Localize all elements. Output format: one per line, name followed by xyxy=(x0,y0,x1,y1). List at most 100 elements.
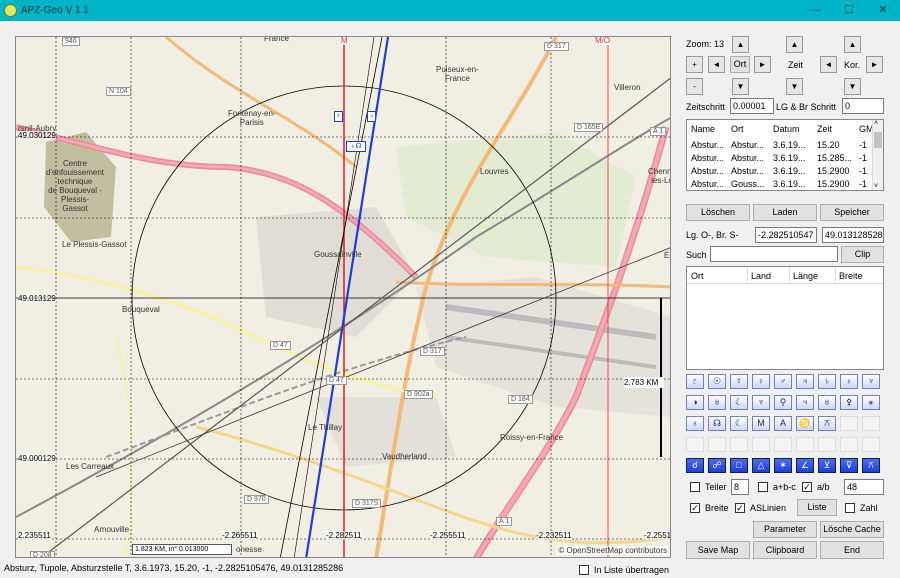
kor-down-button[interactable]: ▼ xyxy=(844,78,861,95)
zahl-checkbox[interactable] xyxy=(845,503,855,513)
table-cell[interactable]: 15.285... xyxy=(817,153,857,163)
kor-left-button[interactable]: ◄ xyxy=(820,56,837,73)
symbol-button[interactable]: M xyxy=(752,416,770,431)
minimize-button[interactable]: — xyxy=(798,0,832,21)
loesche-cache-button[interactable]: Lösche Cache xyxy=(820,521,884,538)
symbol-button[interactable] xyxy=(796,437,814,452)
symbol-button[interactable] xyxy=(686,437,704,452)
symbol-button[interactable] xyxy=(818,437,836,452)
scroll-up-icon[interactable]: ˄ xyxy=(874,120,878,127)
table-scrollbar[interactable]: ˄ ˅ xyxy=(872,120,883,190)
table-cell[interactable]: 3.6.19... xyxy=(773,166,813,176)
table-header[interactable]: Länge xyxy=(793,271,818,281)
save-map-button[interactable]: Save Map xyxy=(686,541,750,559)
table-cell[interactable]: 3.6.19... xyxy=(773,179,813,189)
symbol-button[interactable]: A xyxy=(774,416,792,431)
event-table[interactable]: Name Ort Datum Zeit GM Abstur... Abstur... 3.6.… xyxy=(686,119,884,191)
table-cell[interactable]: -1 xyxy=(859,140,873,150)
symbol-button[interactable]: ♅ xyxy=(708,395,726,410)
symbol-button[interactable]: □ xyxy=(730,458,748,473)
symbol-button[interactable]: ◑ xyxy=(686,395,704,410)
teiler-input[interactable]: 8 xyxy=(731,479,749,495)
symbol-button[interactable]: ☌ xyxy=(686,458,704,473)
symbol-button[interactable]: ♇ xyxy=(686,374,704,389)
kor-up-button[interactable]: ▲ xyxy=(844,36,861,53)
abc-checkbox[interactable] xyxy=(758,482,768,492)
column-divider[interactable] xyxy=(835,267,836,283)
symbol-button[interactable]: ⚲ xyxy=(774,395,792,410)
symbol-button[interactable]: ☾ xyxy=(730,416,748,431)
table-cell[interactable]: -1 xyxy=(859,153,873,163)
clip-button[interactable]: Clip xyxy=(841,246,884,263)
laden-button[interactable]: Laden xyxy=(753,204,817,221)
close-button[interactable]: ✕ xyxy=(866,0,900,21)
symbol-button[interactable]: ⚻ xyxy=(818,416,836,431)
symbol-button[interactable] xyxy=(708,437,726,452)
kor-right-button[interactable]: ► xyxy=(866,56,883,73)
symbol-button[interactable]: ⊻ xyxy=(818,458,836,473)
symbol-button[interactable]: ☍ xyxy=(708,458,726,473)
symbol-button[interactable]: ☉ xyxy=(708,374,726,389)
symbol-button[interactable] xyxy=(862,437,880,452)
time-up-button[interactable]: ▲ xyxy=(786,36,803,53)
table-header[interactable]: Land xyxy=(751,271,771,281)
breite-checkbox[interactable]: ✓ xyxy=(690,503,700,513)
table-cell[interactable]: Abstur... xyxy=(691,166,731,176)
table-header[interactable]: Breite xyxy=(839,271,863,281)
lgbr-schritt-input[interactable]: 0 xyxy=(842,98,884,114)
table-header[interactable]: Ort xyxy=(731,124,744,134)
table-cell[interactable]: 15.20 xyxy=(817,140,857,150)
table-cell[interactable]: 15.2900 xyxy=(817,166,857,176)
table-header[interactable]: Datum xyxy=(773,124,800,134)
table-header[interactable]: Zeit xyxy=(817,124,832,134)
zoom-up-button[interactable]: ▲ xyxy=(732,36,749,53)
symbol-button[interactable]: ♆ xyxy=(752,395,770,410)
symbol-button[interactable]: ♁ xyxy=(840,374,858,389)
parameter-button[interactable]: Parameter xyxy=(753,521,817,538)
symbol-button[interactable]: ♃ xyxy=(796,374,814,389)
table-cell[interactable]: Abstur... xyxy=(691,140,731,150)
search-input[interactable] xyxy=(710,246,838,262)
symbol-button[interactable] xyxy=(774,437,792,452)
maximize-button[interactable]: ☐ xyxy=(832,0,866,21)
symbol-button[interactable]: ♃ xyxy=(796,395,814,410)
table-cell[interactable]: 3.6.19... xyxy=(773,140,813,150)
table-cell[interactable]: Gouss... xyxy=(731,179,771,189)
symbol-button[interactable]: ✶ xyxy=(774,458,792,473)
end-button[interactable]: End xyxy=(820,541,884,559)
table-cell[interactable]: Abstur... xyxy=(731,153,771,163)
map-view[interactable]: France Puiseux-en- France Villeron Fontenay… xyxy=(15,36,671,558)
table-header[interactable]: Ort xyxy=(691,271,704,281)
symbol-button[interactable] xyxy=(730,437,748,452)
scrollbar-thumb[interactable] xyxy=(874,132,882,148)
table-cell[interactable]: 15.2900 xyxy=(817,179,857,189)
loeschen-button[interactable]: Löschen xyxy=(686,204,750,221)
symbol-button[interactable] xyxy=(840,437,858,452)
symbol-button[interactable]: ☾ xyxy=(730,395,748,410)
teiler-checkbox[interactable] xyxy=(690,482,700,492)
table-cell[interactable]: Abstur... xyxy=(691,153,731,163)
symbol-button[interactable]: ⊽ xyxy=(840,458,858,473)
ab-checkbox[interactable]: ✓ xyxy=(802,482,812,492)
table-cell[interactable]: 3.6.19... xyxy=(773,153,813,163)
location-table[interactable]: Ort Land Länge Breite xyxy=(686,266,884,370)
in-liste-checkbox[interactable] xyxy=(579,565,589,575)
time-down-button[interactable]: ▼ xyxy=(786,78,803,95)
symbol-button[interactable]: ⚴ xyxy=(840,395,858,410)
speicher-button[interactable]: Speicher xyxy=(820,204,884,221)
symbol-button[interactable]: ⚻ xyxy=(862,458,880,473)
table-cell[interactable]: Abstur... xyxy=(731,140,771,150)
ort-button[interactable]: Ort xyxy=(730,56,750,73)
table-cell[interactable]: -1 xyxy=(859,166,873,176)
table-cell[interactable]: Abstur... xyxy=(691,179,731,189)
symbol-button[interactable]: ⚹ xyxy=(862,395,880,410)
symbol-button[interactable] xyxy=(752,437,770,452)
table-header[interactable]: Name xyxy=(691,124,715,134)
clipboard-button[interactable]: Clipboard xyxy=(753,541,817,559)
zeitschritt-input[interactable]: 0.00001 xyxy=(730,98,774,114)
latitude-input[interactable]: 49.013128528 xyxy=(822,227,884,243)
symbol-button[interactable] xyxy=(862,416,880,431)
aslinien-checkbox[interactable]: ✓ xyxy=(735,503,745,513)
ab-input[interactable]: 48 xyxy=(844,479,884,495)
symbol-button[interactable]: △ xyxy=(752,458,770,473)
